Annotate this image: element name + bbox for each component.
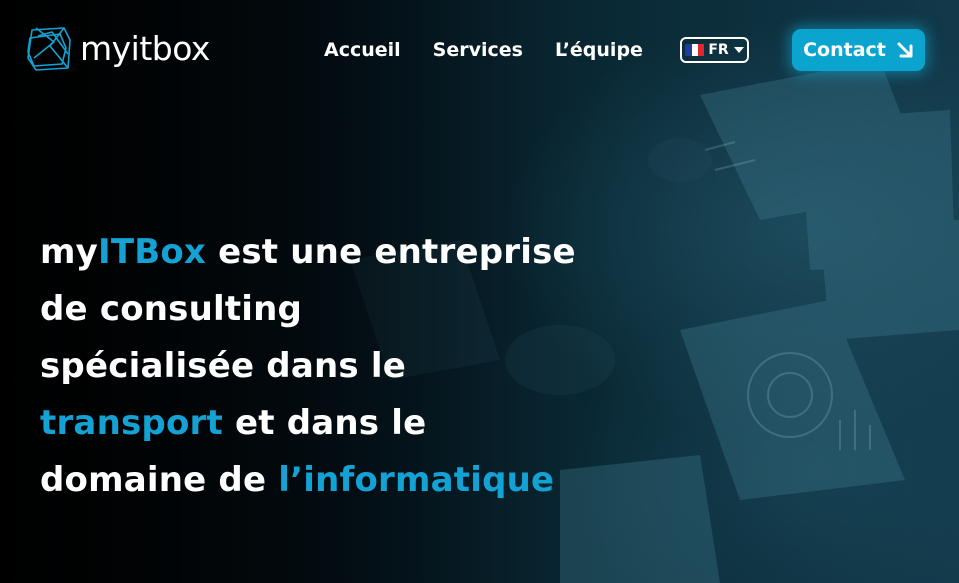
contact-button[interactable]: Contact [792,29,925,71]
top-navigation: myitbox Accueil Services L’équipe FR Con… [0,0,959,100]
headline-text: de consulting [40,289,303,329]
hero-section: myitbox Accueil Services L’équipe FR Con… [0,0,959,583]
france-flag-icon [685,44,705,56]
brand-logo[interactable]: myitbox [24,24,210,74]
headline-text: domaine de [40,460,279,500]
headline-brand-prefix: my [40,232,98,272]
language-code: FR [708,42,729,58]
nav-link-services[interactable]: Services [433,36,523,64]
headline-accent-transport: transport [40,403,223,443]
arrow-down-right-icon [897,42,913,58]
headline-text: spécialisée dans le [40,346,406,386]
nav-link-accueil[interactable]: Accueil [324,36,401,64]
caret-down-icon [733,47,744,53]
headline-text: et dans le [222,403,427,443]
hero-headline: myITBox est une entreprise de consulting s… [40,224,640,509]
headline-accent-informatique: l’informatique [278,460,555,500]
headline-brand-accent: ITBox [98,232,207,272]
nav-link-equipe[interactable]: L’équipe [555,36,643,64]
logo-wordmark: myitbox [80,29,210,68]
cube-outline-icon [27,27,71,71]
nav-links: Accueil Services L’équipe [324,36,675,64]
language-selector[interactable]: FR [680,37,749,63]
contact-button-label: Contact [803,39,886,61]
headline-text: est une entreprise [206,232,576,272]
